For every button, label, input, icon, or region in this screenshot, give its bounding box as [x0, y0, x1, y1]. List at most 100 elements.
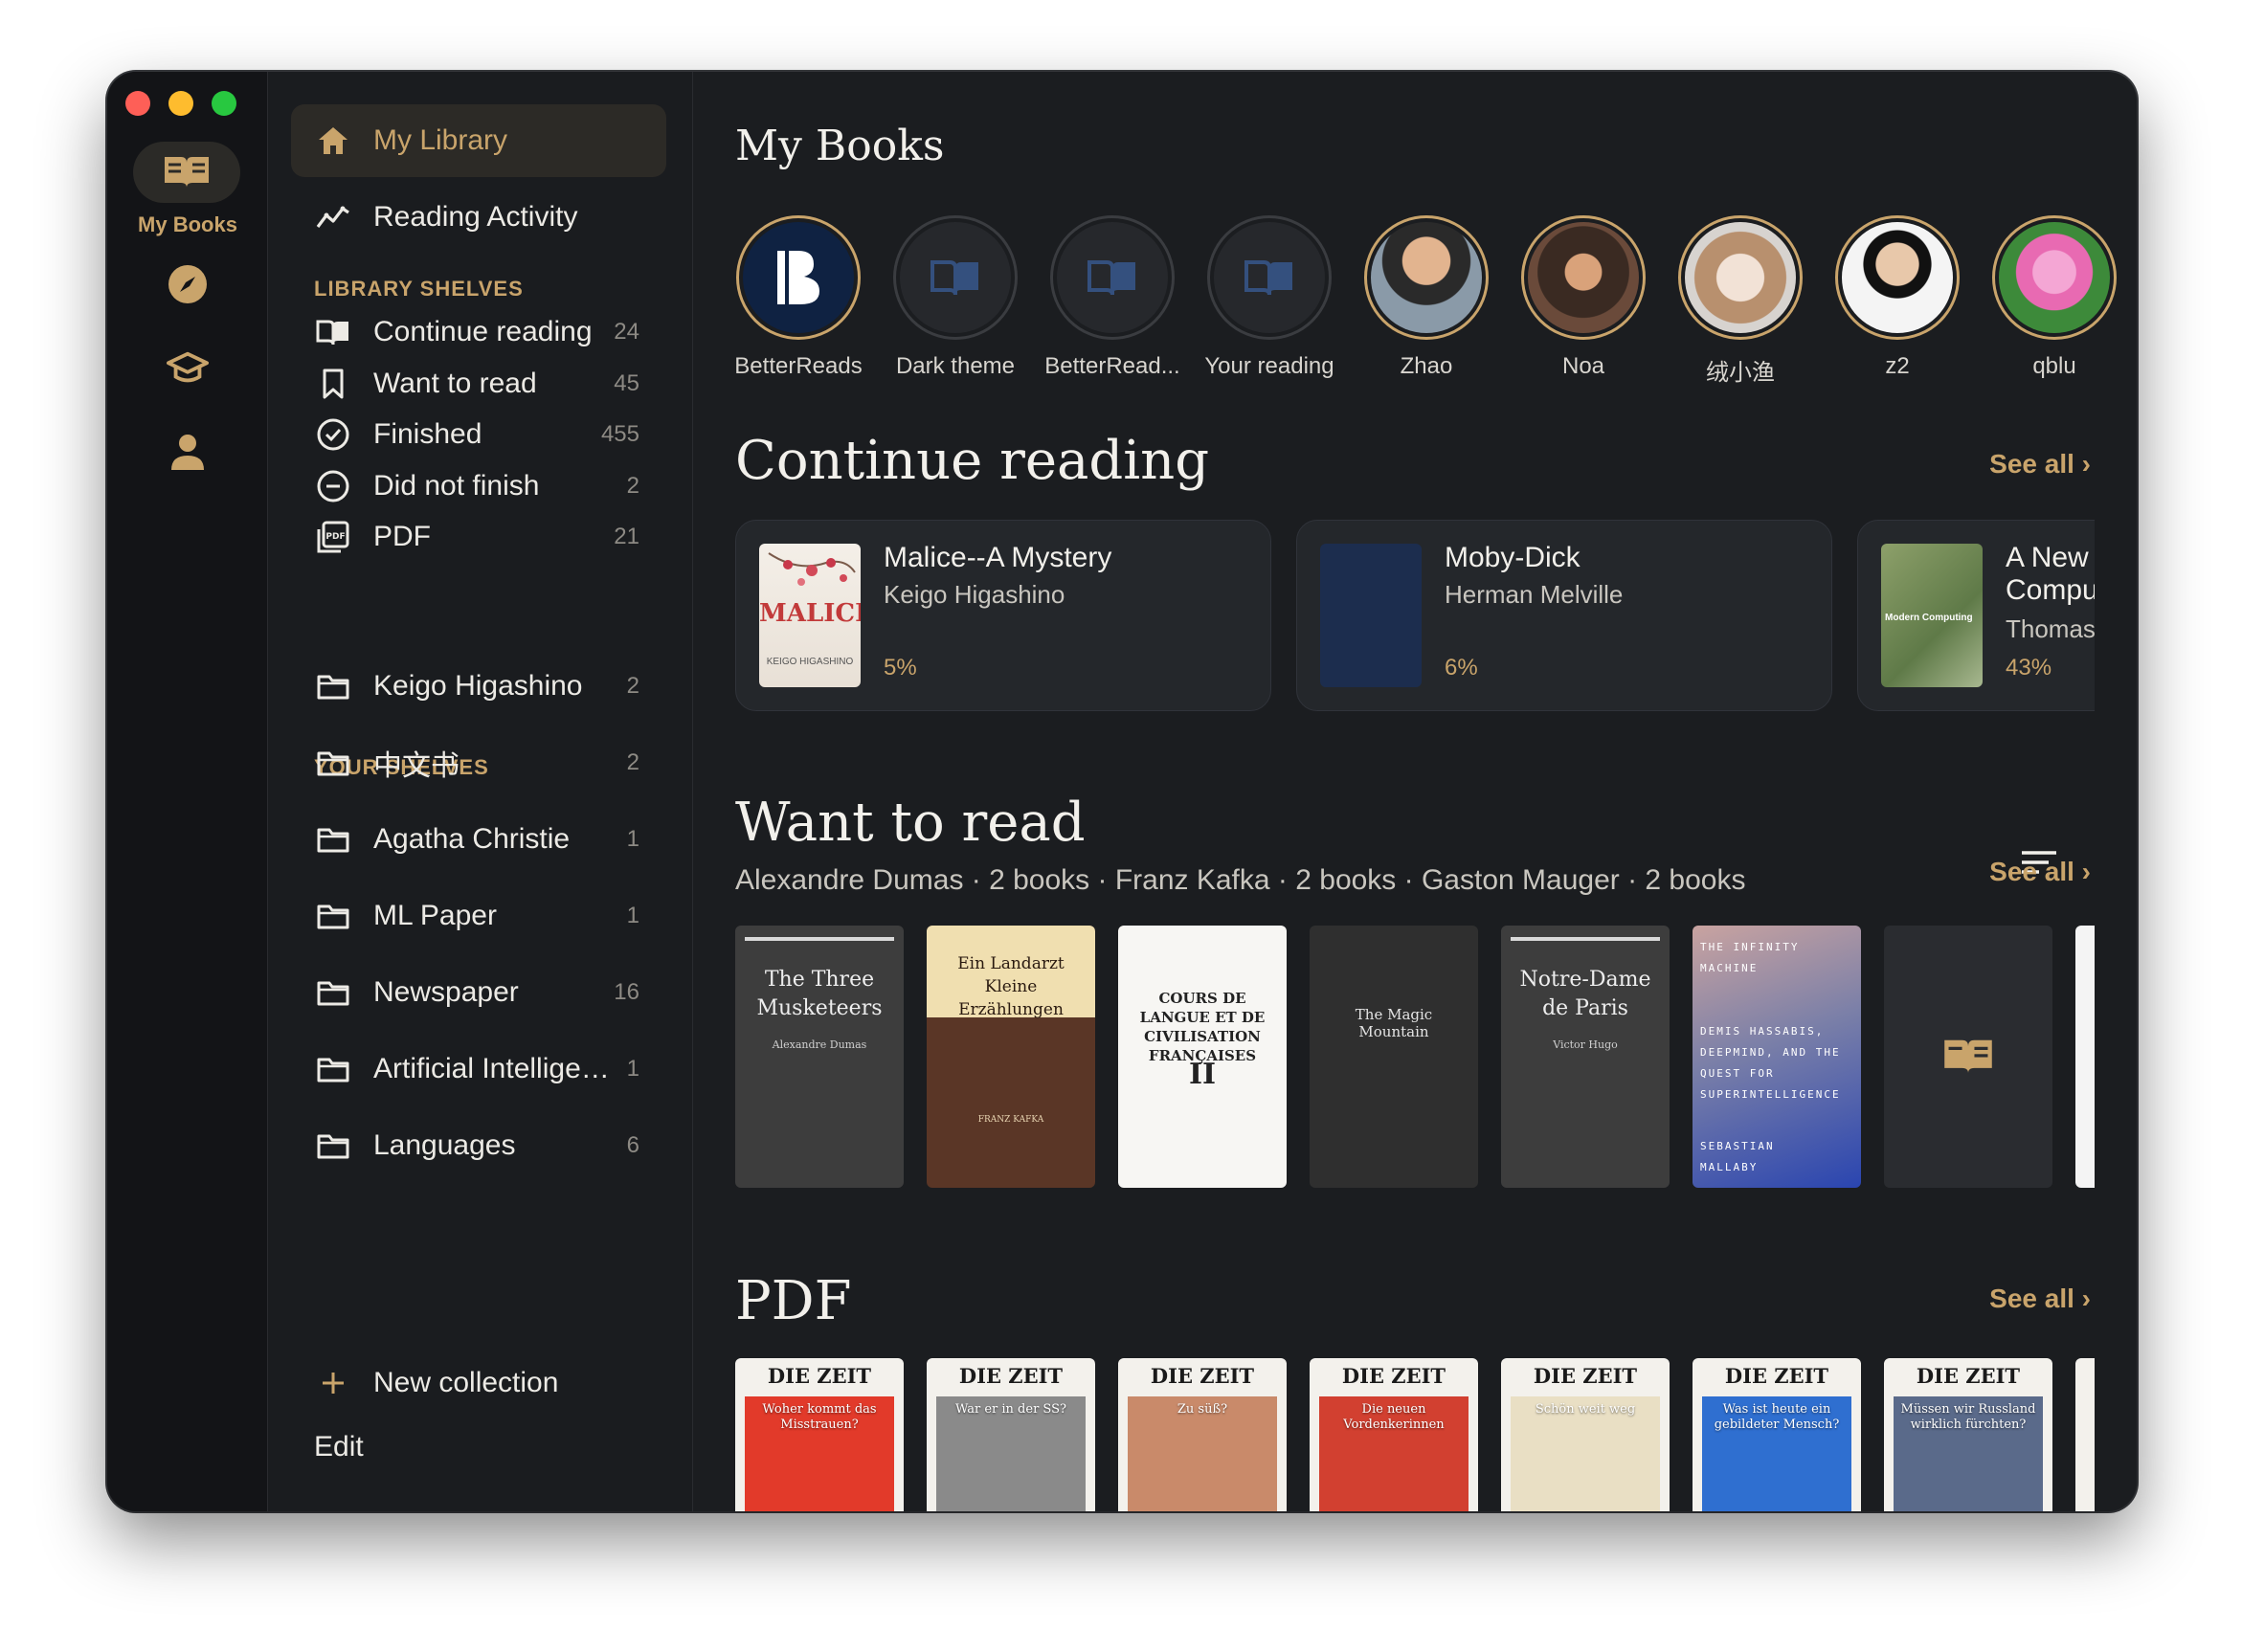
book-cover[interactable]: The Three Musketeers Alexandre Dumas [735, 926, 904, 1188]
shelf-count: 1 [626, 903, 639, 928]
continue-reading-card[interactable]: MALICE KEIGO HIGASHINO Malice--A Mystery… [735, 520, 1271, 711]
shelf-pdf[interactable]: PDF PDF 21 [314, 508, 639, 566]
book-cover[interactable] [2075, 926, 2095, 1188]
book-cover[interactable]: Ein Landarzt Kleine Erzählungen FRANZ KA… [927, 926, 1095, 1188]
book-author: Keigo Higashino [884, 580, 1065, 609]
shelf-label: Languages [373, 1129, 516, 1161]
profile-avatar[interactable]: 绒小渔 [1662, 215, 1819, 387]
newspaper-cover[interactable]: DIE ZEIT Müssen wir Russland wirklich für… [1884, 1358, 2052, 1511]
folder-icon [314, 744, 352, 782]
profile-avatar[interactable]: BetterReads [720, 215, 877, 380]
newspaper-cover[interactable]: DIE ZEIT War er in der SS? [927, 1358, 1095, 1511]
shelf-label: Continue reading [373, 316, 593, 347]
your-shelf-item[interactable]: Agatha Christie 1 [314, 811, 639, 868]
page-title: My Books [735, 122, 945, 170]
newspaper-cover[interactable]: DIE ZEIT Schön weit weg [1501, 1358, 1670, 1511]
profile-avatar[interactable]: Zhao [1348, 215, 1505, 380]
shelf-finished[interactable]: Finished 455 [314, 406, 639, 463]
continue-reading-card[interactable]: Modern Computing A New Compu Thomas 43% [1857, 520, 2095, 711]
your-shelf-item[interactable]: Newspaper 16 [314, 964, 639, 1021]
shelf-label: Artificial Intelligen... [373, 1053, 619, 1084]
rail-my-books-button[interactable] [133, 142, 240, 203]
zoom-window-button[interactable] [212, 91, 236, 116]
newspaper-cover[interactable] [2075, 1358, 2095, 1511]
nav-my-library[interactable]: My Library [291, 104, 666, 177]
rail-learn-button[interactable] [167, 347, 209, 390]
continue-reading-see-all-link[interactable]: See all › [1989, 449, 2091, 480]
rail-my-books-label: My Books [138, 212, 237, 236]
profile-avatar[interactable]: BetterRead... [1034, 215, 1191, 380]
shelf-count: 24 [614, 319, 639, 345]
shelf-count: 45 [614, 370, 639, 396]
shelf-count: 2 [626, 749, 639, 775]
profile-avatars-row: BetterReads Dark theme BetterRead... Your r… [734, 215, 2133, 386]
folder-icon [314, 973, 352, 1012]
profile-avatar[interactable]: Your reading [1191, 215, 1348, 380]
nav-reading-activity[interactable]: Reading Activity [291, 181, 666, 254]
cover-title: Notre-Dame de Paris [1519, 968, 1651, 1020]
pdf-icon: PDF [314, 518, 352, 556]
home-icon [314, 122, 352, 160]
book-cover[interactable]: Notre-Dame de Paris Victor Hugo [1501, 926, 1670, 1188]
your-shelf-item[interactable]: 中文书 2 [314, 734, 639, 792]
newspaper-cover[interactable]: DIE ZEIT Zu süß? [1118, 1358, 1287, 1511]
library-shelves-header: LIBRARY SHELVES [314, 277, 524, 301]
shelf-count: 2 [626, 473, 639, 499]
profile-avatar[interactable]: qblu [1976, 215, 2133, 380]
newspaper-cover[interactable]: DIE ZEIT Was ist heute ein gebildeter Men… [1693, 1358, 1861, 1511]
book-cover[interactable]: The Magic Mountain [1310, 926, 1478, 1188]
want-to-read-title: Want to read [735, 792, 1086, 854]
shelf-label: Did not finish [373, 470, 540, 502]
masthead: DIE ZEIT [1533, 1364, 1638, 1388]
book-cover-placeholder[interactable] [1884, 926, 2052, 1188]
masthead: DIE ZEIT [767, 1364, 872, 1388]
cover-title: MALICE [759, 599, 861, 628]
your-shelf-item[interactable]: Languages 6 [314, 1117, 639, 1174]
shelf-did-not-finish[interactable]: Did not finish 2 [314, 458, 639, 515]
newspaper-cover[interactable]: DIE ZEIT Die neuen Vordenkerinnen [1310, 1358, 1478, 1511]
shelf-label: Want to read [373, 368, 537, 399]
nav-reading-activity-label: Reading Activity [373, 201, 578, 233]
avatar [1999, 222, 2110, 333]
continue-reading-row: MALICE KEIGO HIGASHINO Malice--A Mystery… [735, 520, 2095, 711]
headline: Woher kommt das Misstrauen? [762, 1402, 877, 1432]
shelf-count: 1 [626, 1056, 639, 1082]
rail-profile-button[interactable] [167, 431, 209, 473]
book-cover[interactable]: THE INFINITY MACHINE DEMIS HASSABIS, DEE… [1693, 926, 1861, 1188]
your-shelf-item[interactable]: ML Paper 1 [314, 887, 639, 945]
avatar [1528, 222, 1639, 333]
main-content: My Books BetterReads Dark theme BetterRead… [693, 72, 2137, 1511]
close-window-button[interactable] [125, 91, 150, 116]
shelf-want-to-read[interactable]: Want to read 45 [314, 355, 639, 413]
headline: Müssen wir Russland wirklich fürchten? [1900, 1402, 2036, 1432]
profile-avatar[interactable]: Noa [1505, 215, 1662, 380]
open-book-icon [1214, 222, 1325, 333]
cover-title: COURS DE LANGUE ET DE CIVILISATION FRANÇ… [1139, 990, 1266, 1064]
reading-progress: 5% [884, 655, 917, 681]
avatar-name: z2 [1885, 353, 1910, 379]
minimize-window-button[interactable] [168, 91, 193, 116]
shelf-label: Keigo Higashino [373, 670, 583, 702]
person-icon [171, 435, 204, 470]
your-shelf-item[interactable]: Keigo Higashino 2 [314, 658, 639, 715]
profile-avatar[interactable]: z2 [1819, 215, 1976, 380]
book-cover[interactable]: COURS DE LANGUE ET DE CIVILISATION FRANÇ… [1118, 926, 1287, 1188]
new-collection-button[interactable]: New collection [314, 1354, 639, 1412]
want-to-read-see-all-link[interactable]: See all › [1989, 857, 2091, 887]
profile-avatar[interactable]: Dark theme [877, 215, 1034, 380]
rail-discover-button[interactable] [167, 263, 209, 305]
continue-reading-card[interactable]: Moby-Dick Herman Melville 6% [1296, 520, 1832, 711]
shelf-label: 中文书 [373, 750, 460, 782]
shelf-count: 6 [626, 1132, 639, 1158]
pdf-title: PDF [735, 1270, 852, 1332]
folder-icon [314, 667, 352, 705]
shelf-label: Newspaper [373, 976, 519, 1008]
want-to-read-authors-summary: Alexandre Dumas · 2 books · Franz Kafka … [735, 864, 1746, 896]
edit-shelves-button[interactable]: Edit [314, 1431, 364, 1463]
shelf-continue-reading[interactable]: Continue reading 24 [314, 303, 639, 361]
pdf-covers: DIE ZEIT Woher kommt das Misstrauen? DIE Z… [735, 1358, 2095, 1511]
book-cover: Modern Computing [1881, 544, 1983, 687]
pdf-see-all-link[interactable]: See all › [1989, 1284, 2091, 1314]
newspaper-cover[interactable]: DIE ZEIT Woher kommt das Misstrauen? [735, 1358, 904, 1511]
your-shelf-item[interactable]: Artificial Intelligen... 1 [314, 1040, 639, 1098]
